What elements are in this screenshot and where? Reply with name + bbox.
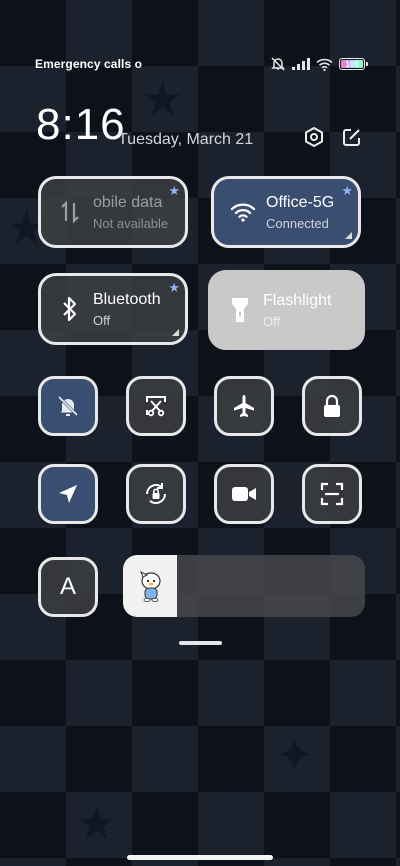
auto-brightness-label: A [59,573,76,600]
drag-handle[interactable] [179,641,222,645]
silent-bell-icon [56,394,80,418]
mobile-data-tile[interactable]: obile data Not available ★ [38,176,188,248]
screenshot-scissors-icon [144,394,168,418]
background-star-icon: ★ [142,73,184,125]
airplane-icon [231,393,257,419]
auto-brightness-button[interactable]: A [38,557,98,617]
expand-corner-icon[interactable] [172,329,179,336]
lock-icon [321,394,343,418]
battery-level: 100 [345,59,359,69]
signal-icon [292,58,310,70]
silent-toggle[interactable] [38,376,98,436]
scanner-toggle[interactable] [302,464,362,524]
tile-title: Flashlight [263,291,332,309]
airplane-toggle[interactable] [214,376,274,436]
home-indicator[interactable] [127,855,273,860]
bluetooth-icon [53,296,87,322]
tile-title: Office-5G [266,193,335,211]
screen-record-toggle[interactable] [214,464,274,524]
settings-hex-icon[interactable] [303,126,325,148]
tile-subtitle: Off [263,313,281,329]
rotation-lock-toggle[interactable] [126,464,186,524]
clock-time: 8:16 [36,100,126,149]
mascot-thumb-icon[interactable] [139,569,163,603]
mobile-data-icon [53,200,87,224]
location-arrow-icon [57,483,79,505]
flashlight-tile[interactable]: Flashlight Off [208,270,365,350]
status-carrier-text: Emergency calls o [35,57,143,71]
screenshot-toggle[interactable] [126,376,186,436]
brightness-slider[interactable] [123,555,365,617]
bluetooth-tile[interactable]: Bluetooth Off ★ [38,273,188,345]
background-star-icon: ★ [76,797,118,849]
tile-subtitle: Connected [266,215,329,231]
tile-subtitle: Not available [93,215,169,231]
favorite-star-icon: ★ [168,280,180,295]
status-bar: Emergency calls o 100 [35,55,368,73]
location-toggle[interactable] [38,464,98,524]
date-text: Tuesday, March 21 [118,131,254,148]
lock-screen-toggle[interactable] [302,376,362,436]
wifi-tile[interactable]: Office-5G Connected ★ [211,176,361,248]
tile-subtitle: Off [93,312,111,328]
favorite-star-icon: ★ [168,183,180,198]
wifi-icon [316,58,333,71]
favorite-star-icon: ★ [341,183,353,198]
battery-icon: 100 [339,58,368,70]
flashlight-icon [223,296,257,324]
tile-title: Bluetooth [93,290,161,308]
expand-corner-icon[interactable] [345,232,352,239]
do-not-disturb-off-icon [270,57,286,71]
rotation-lock-icon [143,481,169,507]
background-star-icon: ✦ [275,729,314,781]
tile-title: obile data [93,193,163,211]
video-camera-icon [231,485,257,503]
edit-icon[interactable] [341,126,363,148]
wifi-icon [226,202,260,222]
scan-icon [320,482,344,506]
